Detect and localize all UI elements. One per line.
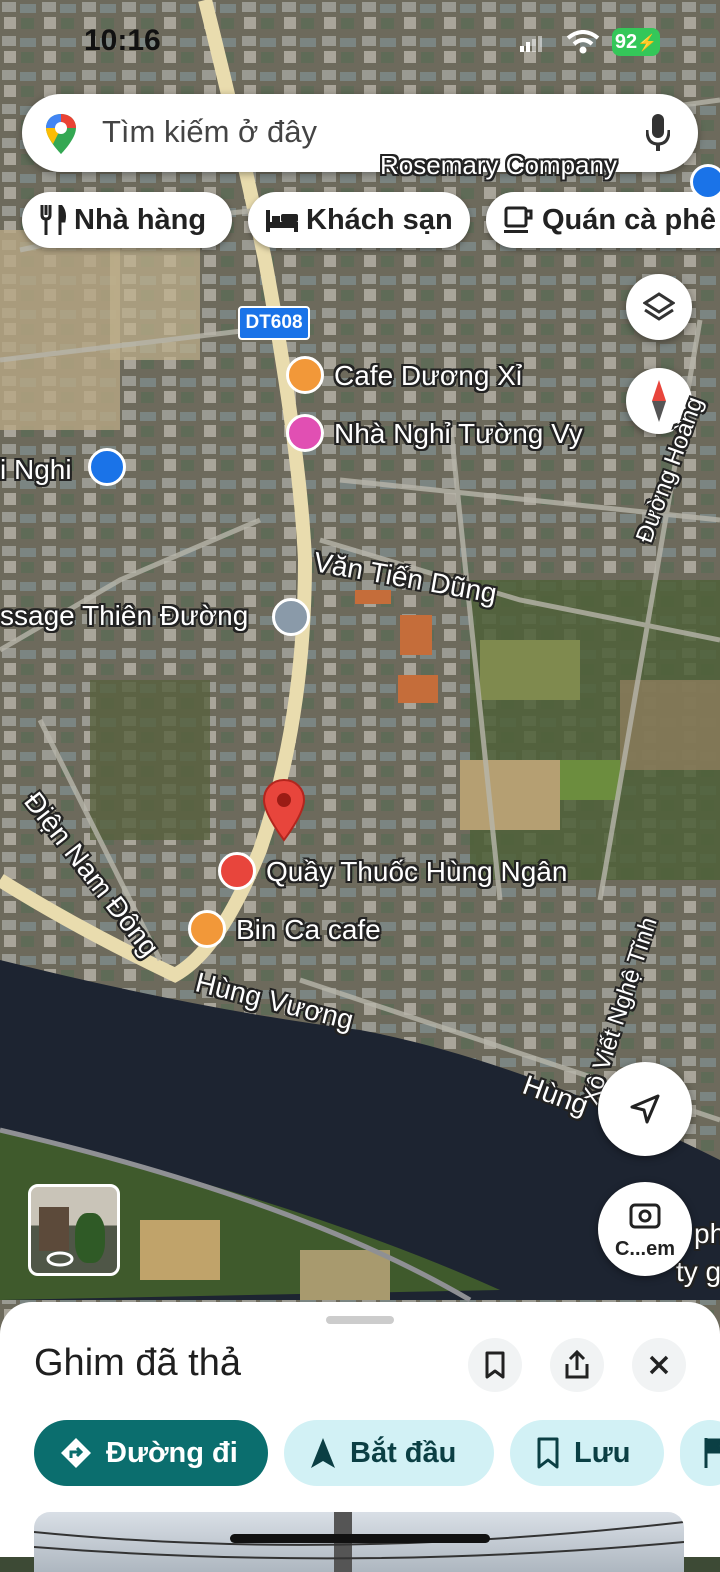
sheet-title: Ghim đã thả bbox=[34, 1342, 241, 1384]
poi-label[interactable]: Nhà Nghỉ Tường Vy bbox=[334, 418, 583, 450]
flag-icon bbox=[704, 1438, 720, 1468]
microphone-icon[interactable] bbox=[646, 114, 670, 152]
chip-label: Nhà hàng bbox=[74, 203, 207, 236]
lock-icon bbox=[690, 164, 720, 200]
poi-label[interactable]: Cafe Dương Xỉ bbox=[334, 360, 522, 392]
chip-coffee-shops[interactable]: Quán cà phê bbox=[486, 192, 720, 248]
signal-icon bbox=[520, 36, 542, 52]
drag-handle[interactable] bbox=[326, 1316, 394, 1324]
tree-shape bbox=[75, 1213, 105, 1263]
share-button[interactable] bbox=[550, 1338, 604, 1392]
street-view-thumbnail[interactable] bbox=[28, 1184, 120, 1276]
status-bar: 10:16 92⚡ bbox=[0, 0, 720, 80]
camera-search-icon bbox=[629, 1203, 661, 1229]
business-label: Rosemary Company bbox=[380, 150, 617, 180]
save-button[interactable]: Lưu bbox=[510, 1420, 664, 1486]
start-button[interactable]: Bắt đầu bbox=[284, 1420, 494, 1486]
action-label: Đường đi bbox=[106, 1436, 238, 1469]
action-label: Lưu bbox=[574, 1436, 631, 1469]
directions-icon bbox=[60, 1437, 92, 1469]
layers-icon bbox=[643, 292, 675, 321]
chip-label: Khách sạn bbox=[306, 203, 453, 236]
bookmark-icon bbox=[485, 1351, 505, 1379]
pharmacy-icon[interactable] bbox=[218, 852, 256, 890]
google-maps-logo-icon bbox=[46, 114, 76, 154]
chip-label: Quán cà phê bbox=[542, 203, 717, 236]
search-input[interactable]: Tìm kiếm ở đây bbox=[102, 114, 317, 150]
layers-button[interactable] bbox=[626, 274, 692, 340]
more-action-button[interactable] bbox=[680, 1420, 720, 1486]
house-shape bbox=[39, 1207, 69, 1251]
poi-label[interactable]: ssage Thiên Đường bbox=[0, 600, 248, 632]
dropped-pin-icon[interactable] bbox=[262, 778, 306, 842]
business-label: ph bbox=[694, 1218, 720, 1249]
share-icon bbox=[565, 1350, 589, 1379]
fork-knife-icon bbox=[40, 205, 66, 235]
road-shield: DT608 bbox=[238, 306, 310, 340]
poi-label[interactable]: Bin Ca cafe bbox=[236, 914, 381, 946]
status-time: 10:16 bbox=[84, 24, 161, 57]
directions-button[interactable]: Đường đi bbox=[34, 1420, 268, 1486]
wifi-icon bbox=[566, 30, 600, 54]
hotel-icon[interactable] bbox=[286, 414, 324, 452]
rotate-360-icon bbox=[46, 1251, 74, 1267]
chip-hotels[interactable]: Khách sạn bbox=[248, 192, 470, 248]
coffee-icon[interactable] bbox=[188, 910, 226, 948]
lens-label: C...em bbox=[614, 1238, 676, 1260]
google-lens-button[interactable]: C...em bbox=[598, 1182, 692, 1276]
action-label: Bắt đầu bbox=[350, 1436, 457, 1469]
navigation-arrow-icon bbox=[630, 1094, 660, 1124]
compass-icon bbox=[652, 380, 666, 422]
location-icon[interactable] bbox=[272, 598, 310, 636]
coffee-cup-icon bbox=[504, 206, 533, 233]
my-location-button[interactable] bbox=[598, 1062, 692, 1156]
bed-icon bbox=[266, 210, 298, 232]
close-icon bbox=[649, 1355, 669, 1375]
save-icon-button[interactable] bbox=[468, 1338, 522, 1392]
battery-indicator: 92⚡ bbox=[612, 28, 660, 56]
close-button[interactable] bbox=[632, 1338, 686, 1392]
bookmark-icon bbox=[536, 1437, 560, 1469]
poi-label[interactable]: Quầy Thuốc Hùng Ngân bbox=[266, 856, 567, 888]
home-indicator bbox=[230, 1534, 490, 1543]
place-bottom-sheet[interactable]: Ghim đã thả Đường đi Bắt đầu Lưu bbox=[0, 1302, 720, 1572]
shopping-cart-icon[interactable] bbox=[88, 448, 126, 486]
chip-restaurants[interactable]: Nhà hàng bbox=[22, 192, 232, 248]
coffee-icon[interactable] bbox=[286, 356, 324, 394]
poi-label[interactable]: i Nghi bbox=[0, 454, 72, 486]
navigation-arrow-icon bbox=[310, 1437, 336, 1469]
